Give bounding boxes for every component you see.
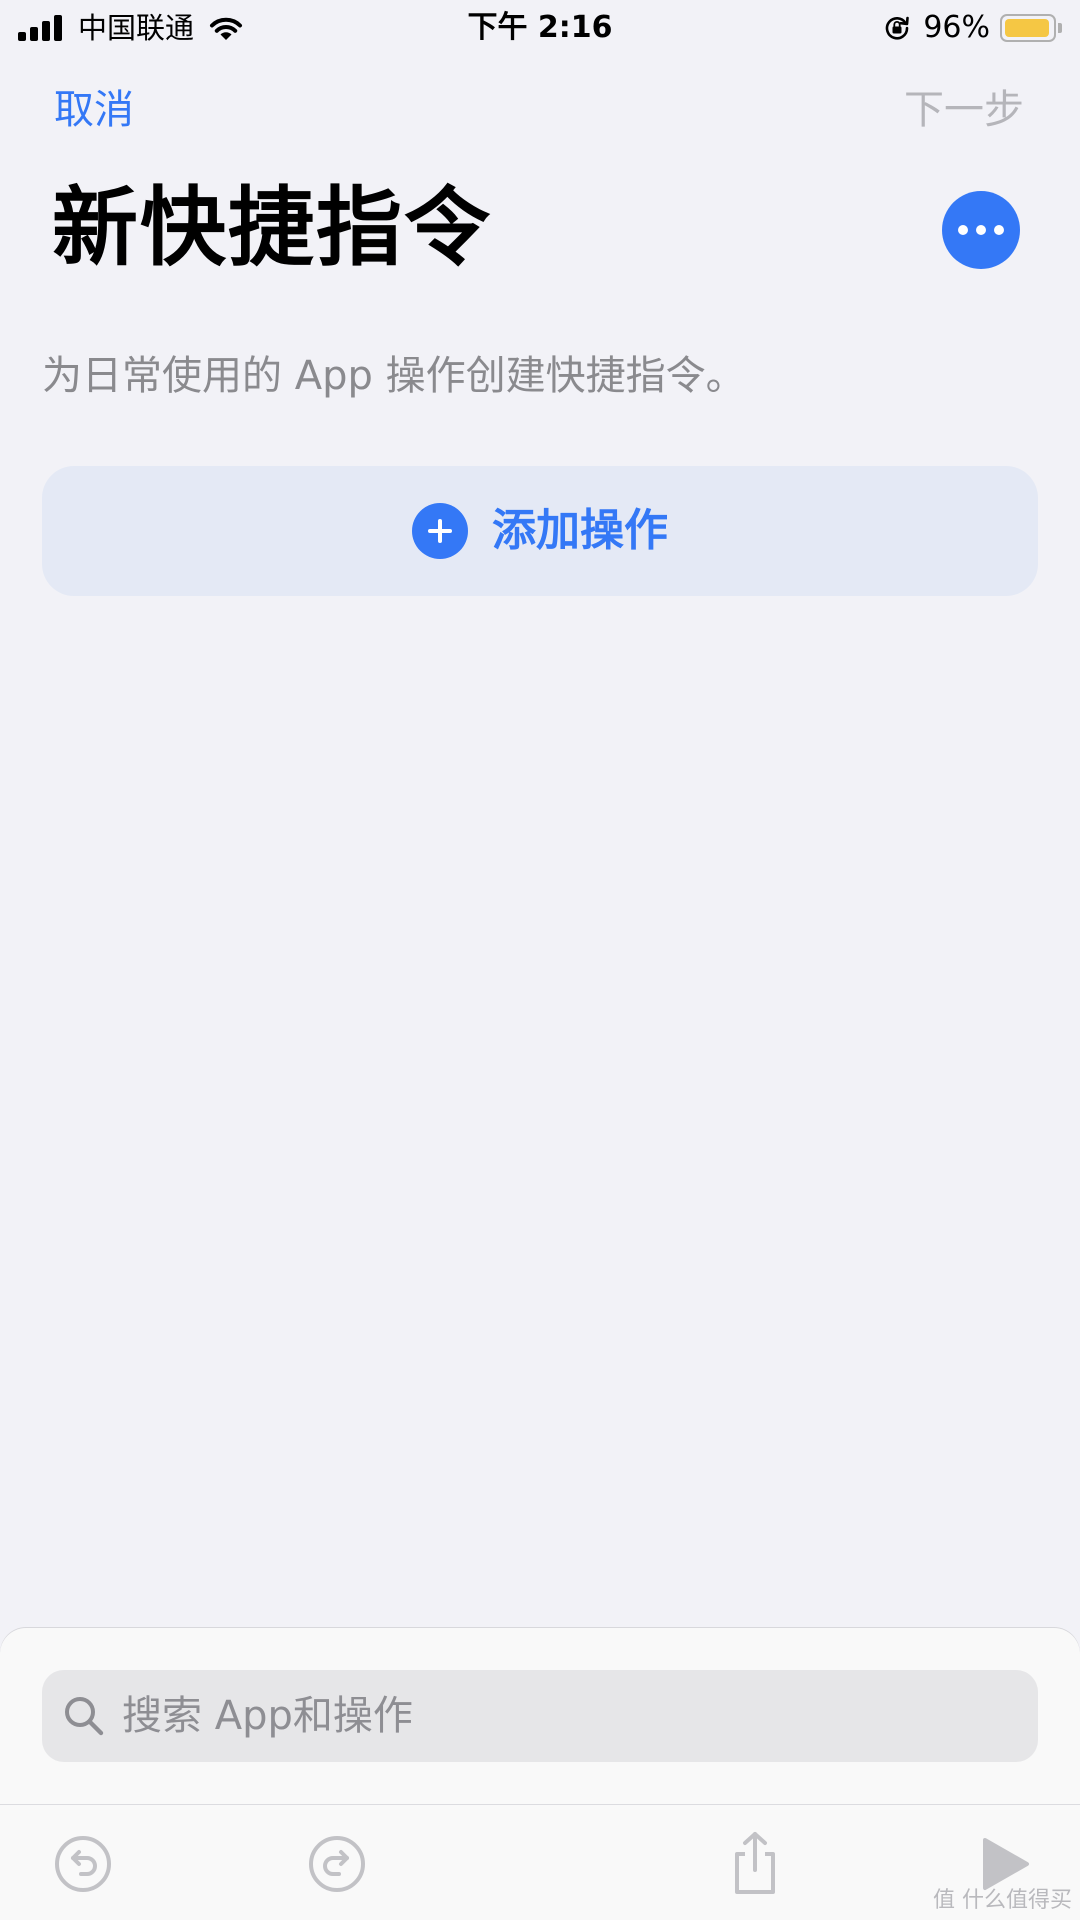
redo-icon[interactable] [301, 1828, 373, 1900]
add-action-label: 添加操作 [492, 505, 668, 556]
search-icon [65, 1697, 104, 1736]
search-input[interactable] [122, 1686, 1002, 1746]
plus-circle-icon [412, 503, 468, 559]
share-icon[interactable] [719, 1828, 791, 1900]
orientation-lock-icon [886, 16, 910, 40]
status-bar: 中国联通 下午 2:16 96% [0, 0, 1080, 54]
status-right: 96% [883, 6, 1062, 50]
ellipsis-icon [954, 225, 1008, 235]
search-box[interactable] [42, 1670, 1038, 1762]
cancel-button[interactable]: 取消 [54, 84, 134, 136]
watermark: 值 什么值得买 [933, 1888, 1072, 1913]
toolbar-divider [0, 1804, 1080, 1805]
undo-icon[interactable] [47, 1828, 119, 1900]
battery-tip [1058, 23, 1062, 33]
battery-percent: 96% [923, 10, 990, 45]
battery-fill [1005, 19, 1049, 37]
action-search-sheet [0, 1628, 1080, 1920]
battery-icon [1000, 14, 1056, 42]
next-step-button[interactable]: 下一步 [904, 84, 1024, 136]
page-title: 新快捷指令 [52, 178, 492, 278]
more-options-button[interactable] [942, 191, 1020, 269]
add-action-button[interactable]: 添加操作 [42, 466, 1038, 596]
page-description: 为日常使用的 App 操作创建快捷指令。 [42, 353, 746, 399]
